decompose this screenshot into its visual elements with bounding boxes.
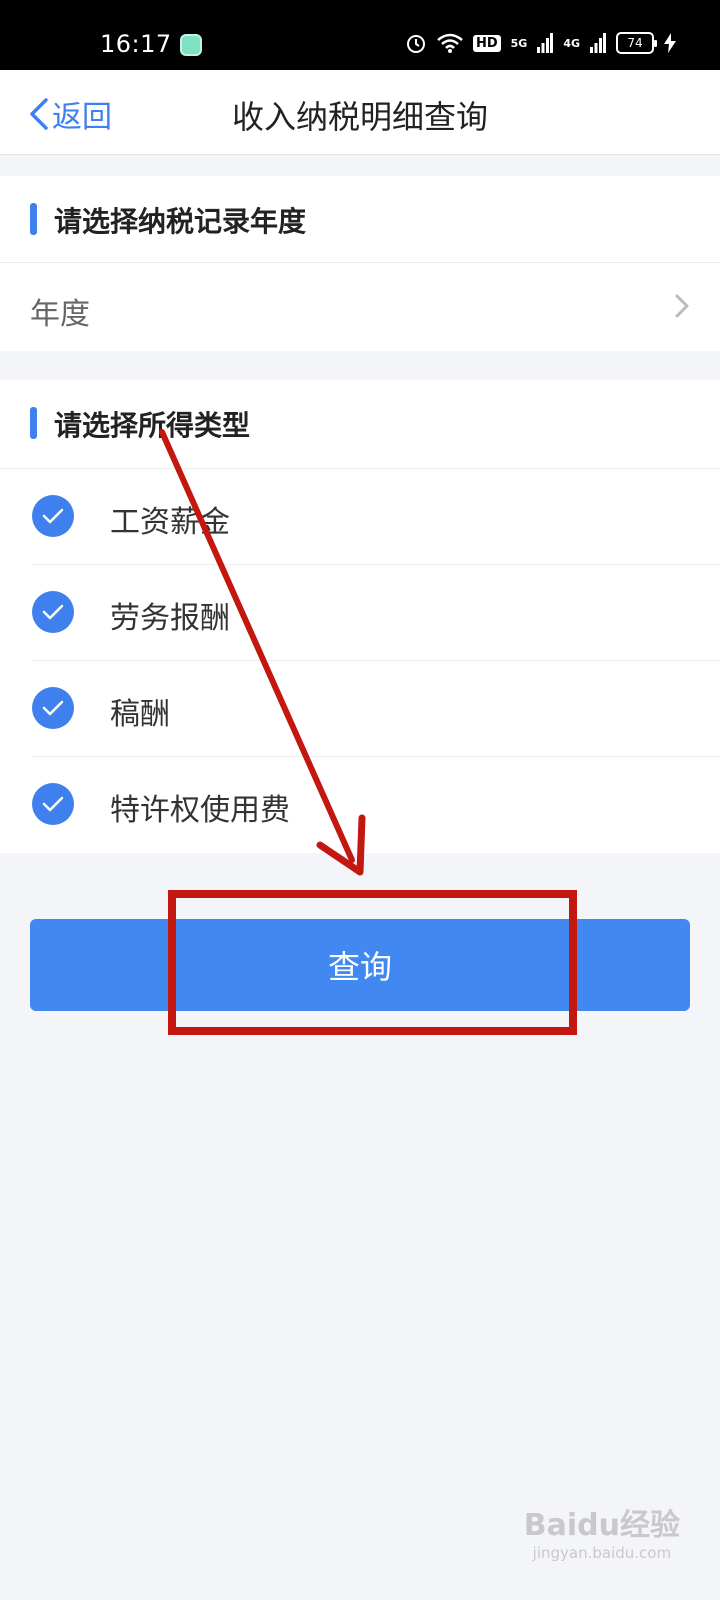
signal-icon [590,33,606,53]
year-section-heading: 请选择纳税记录年度 [54,205,307,238]
charging-icon [664,33,676,53]
income-type-item[interactable]: 特许权使用费 [0,757,720,853]
income-section-header: 请选择所得类型 [0,380,720,469]
signal-icon [537,33,554,53]
income-type-label: 劳务报酬 [110,601,230,636]
chevron-right-icon [675,294,689,318]
alarm-icon [406,35,425,53]
watermark-main: Baidu经验 [523,1508,680,1543]
income-type-list: 工资薪金 劳务报酬 稿酬 特许权使用费 [0,469,720,853]
section-accent-bar [30,407,37,439]
year-selector[interactable]: 年度 [0,263,720,351]
page-title: 收入纳税明细查询 [231,98,488,136]
income-type-item[interactable]: 工资薪金 [0,469,720,565]
income-type-item[interactable]: 劳务报酬 [0,565,720,661]
income-type-item[interactable]: 稿酬 [0,661,720,757]
section-accent-bar [30,203,37,235]
battery-icon: 74 [616,32,657,54]
year-field-label: 年度 [30,297,90,332]
watermark-logo: Baidu经验 jingyan.baidu.com [524,1500,680,1562]
income-type-label: 稿酬 [110,697,170,732]
income-type-section: 请选择所得类型 工资薪金 劳务报酬 稿酬 特许权使用费 [0,380,720,853]
income-type-label: 特许权使用费 [110,793,290,828]
network-4g-icon: 4G [563,36,580,50]
query-button[interactable]: 查询 [30,919,690,1011]
app-notification-icon [180,34,202,56]
checkbox-checked-icon[interactable] [32,783,74,825]
watermark-sub: jingyan.baidu.com [532,1544,672,1562]
hd-icon: HD [472,34,501,52]
checkbox-checked-icon[interactable] [32,495,74,537]
checkmark-icon [42,796,64,812]
network-5g-icon: 5G [510,36,528,50]
checkmark-icon [42,508,64,524]
year-section-header: 请选择纳税记录年度 [0,176,720,263]
income-type-label: 工资薪金 [110,505,230,540]
checkbox-checked-icon[interactable] [32,591,74,633]
status-time: 16:17 [100,30,172,58]
wifi-icon [437,33,463,53]
checkmark-icon [42,604,64,620]
nav-bar: 返回 收入纳税明细查询 [0,70,720,155]
status-icons: HD 5G 4G 74 [405,30,676,56]
status-bar: 16:17 HD 5G 4G 74 [0,0,720,70]
checkbox-checked-icon[interactable] [32,687,74,729]
income-section-heading: 请选择所得类型 [54,409,251,442]
checkmark-icon [42,700,64,716]
year-section: 请选择纳税记录年度 年度 [0,176,720,351]
